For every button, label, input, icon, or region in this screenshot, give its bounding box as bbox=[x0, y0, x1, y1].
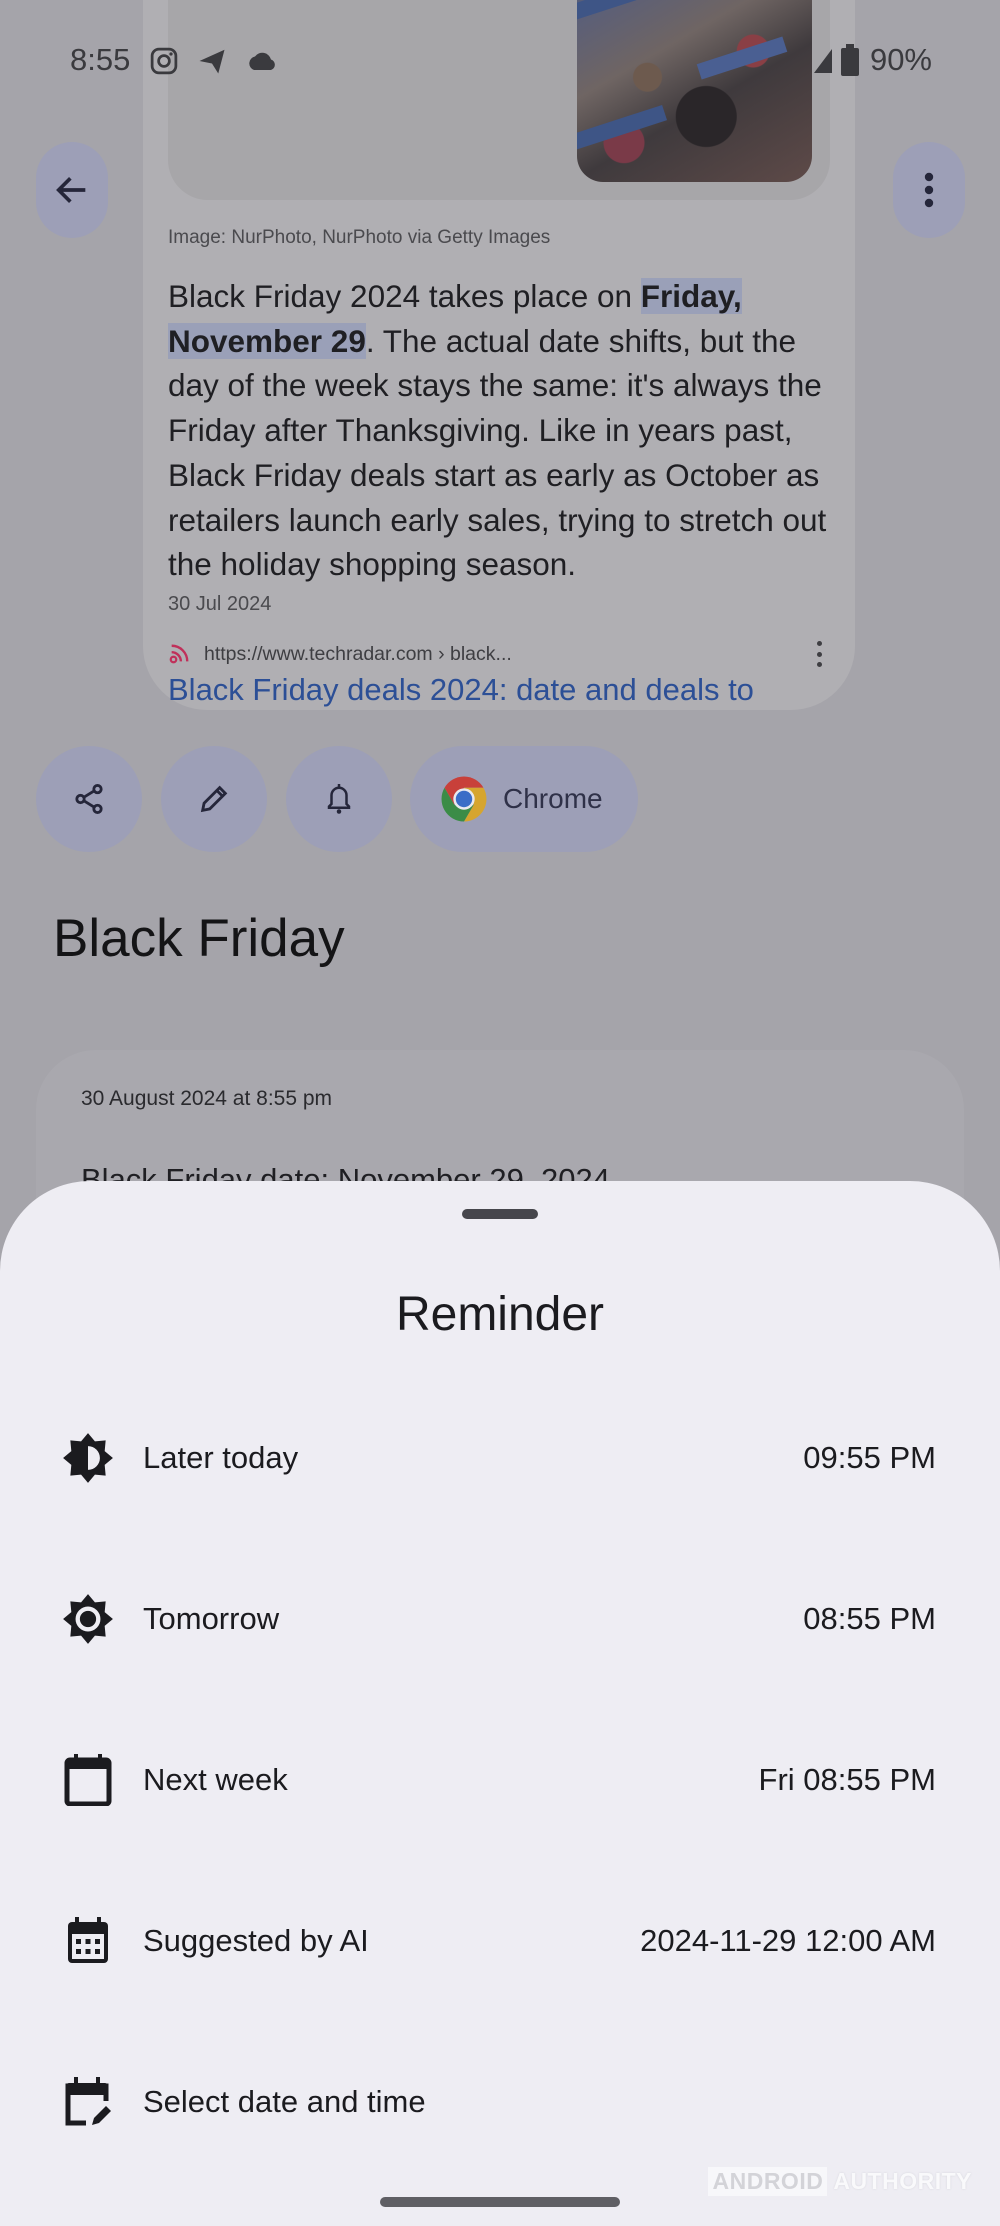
share-icon bbox=[75, 783, 103, 815]
option-label: Next week bbox=[143, 1762, 288, 1797]
arrow-back-icon bbox=[56, 177, 86, 203]
snippet-text[interactable]: Black Friday 2024 takes place on Friday,… bbox=[168, 274, 833, 587]
snippet-text-end: . The actual date shifts, but the day of… bbox=[168, 322, 827, 583]
note-title[interactable]: Black Friday bbox=[53, 908, 345, 969]
calendar-icon bbox=[62, 1754, 114, 1806]
telegram-icon bbox=[199, 49, 225, 74]
sheet-title: Reminder bbox=[395, 1288, 605, 1341]
chrome-icon bbox=[441, 776, 487, 822]
status-bar: 8:55 90% bbox=[0, 0, 1000, 120]
reminder-option-later-today[interactable]: Later today 09:55 PM bbox=[0, 1398, 1000, 1518]
watermark-logo: ANDROID AUTHORITY bbox=[708, 2167, 972, 2196]
watermark-part2: AUTHORITY bbox=[833, 2168, 972, 2194]
brightness-high-icon bbox=[62, 1593, 114, 1645]
option-label: Suggested by AI bbox=[143, 1923, 369, 1958]
image-caption: Image: NurPhoto, NurPhoto via Getty Imag… bbox=[168, 227, 551, 248]
option-value: 09:55 PM bbox=[803, 1440, 936, 1475]
option-value: 08:55 PM bbox=[803, 1601, 936, 1636]
option-value: Fri 08:55 PM bbox=[758, 1762, 936, 1797]
source-row[interactable]: https://www.techradar.com › black... bbox=[168, 639, 833, 669]
gesture-home-bar[interactable] bbox=[380, 2197, 620, 2207]
calendar-month-icon bbox=[62, 1915, 114, 1967]
reminder-bottom-sheet: Reminder Later today 09:55 PM Tomorrow 0… bbox=[0, 1181, 1000, 2226]
reminder-option-tomorrow[interactable]: Tomorrow 08:55 PM bbox=[0, 1559, 1000, 1679]
open-in-chrome-button[interactable]: Chrome bbox=[410, 746, 638, 852]
option-label: Later today bbox=[143, 1440, 299, 1475]
edit-icon bbox=[200, 785, 228, 813]
drag-handle[interactable] bbox=[462, 1209, 538, 1219]
option-label: Select date and time bbox=[143, 2084, 426, 2119]
brightness-medium-icon bbox=[62, 1432, 114, 1484]
feed-icon bbox=[169, 644, 189, 664]
share-button[interactable] bbox=[36, 746, 142, 852]
battery-icon bbox=[840, 44, 859, 76]
reminder-option-suggested-by-ai[interactable]: Suggested by AI 2024-11-29 12:00 AM bbox=[0, 1881, 1000, 2001]
edit-button[interactable] bbox=[161, 746, 267, 852]
reminder-option-select-date-time[interactable]: Select date and time bbox=[0, 2042, 1000, 2162]
note-timestamp: 30 August 2024 at 8:55 pm bbox=[81, 1087, 333, 1110]
source-url[interactable]: https://www.techradar.com › black... bbox=[204, 643, 512, 666]
signal-icon bbox=[813, 49, 832, 73]
result-link-title[interactable]: Black Friday deals 2024: date and deals … bbox=[168, 672, 754, 712]
instagram-icon bbox=[150, 47, 178, 75]
status-time: 8:55 bbox=[70, 42, 131, 77]
back-button[interactable] bbox=[36, 142, 108, 238]
option-value: 2024-11-29 12:00 AM bbox=[640, 1923, 936, 1958]
more-options-button[interactable] bbox=[893, 142, 965, 238]
chrome-label: Chrome bbox=[503, 783, 603, 814]
source-more-icon[interactable] bbox=[815, 641, 823, 667]
snippet-date: 30 Jul 2024 bbox=[168, 593, 272, 615]
bell-icon bbox=[327, 784, 351, 814]
watermark-part1: ANDROID bbox=[708, 2167, 828, 2196]
reminder-option-next-week[interactable]: Next week Fri 08:55 PM bbox=[0, 1720, 1000, 1840]
status-right: 90% bbox=[810, 42, 932, 78]
cloud-icon bbox=[249, 52, 275, 70]
more-vert-icon bbox=[924, 172, 934, 208]
reminder-button[interactable] bbox=[286, 746, 392, 852]
option-label: Tomorrow bbox=[143, 1601, 280, 1636]
battery-percent: 90% bbox=[869, 42, 932, 77]
snippet-text-start: Black Friday 2024 takes place on bbox=[168, 278, 641, 314]
edit-calendar-icon bbox=[62, 2076, 114, 2128]
